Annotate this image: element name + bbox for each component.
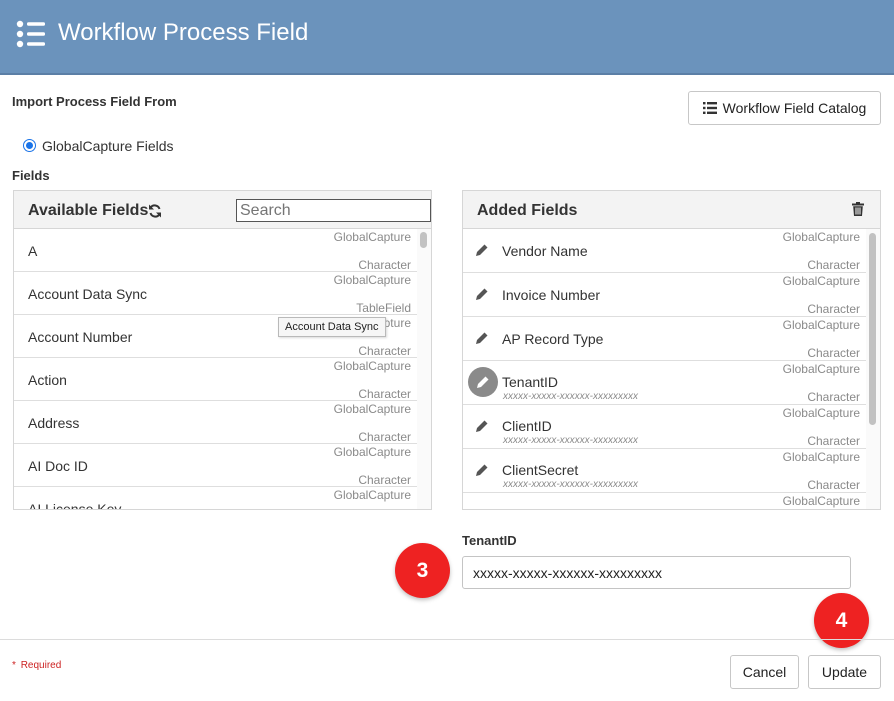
step-badge-3: 3 <box>395 543 450 598</box>
required-note: * Required <box>12 660 62 671</box>
search-input[interactable] <box>236 199 431 222</box>
edit-icon[interactable] <box>475 331 489 345</box>
edit-icon[interactable] <box>475 463 489 477</box>
edit-icon[interactable] <box>475 243 489 257</box>
list-item[interactable]: AI Doc ID GlobalCapture Character <box>14 444 417 487</box>
list-item[interactable]: Invoice Number GlobalCapture Character <box>463 273 866 317</box>
list-item[interactable]: TenantID xxxxx-xxxxx-xxxxxx-xxxxxxxxx Gl… <box>463 361 866 405</box>
list-item[interactable]: AP Record Type GlobalCapture Character <box>463 317 866 361</box>
globalcapture-radio[interactable] <box>23 139 36 152</box>
update-button[interactable]: Update <box>808 655 881 689</box>
available-fields-header: Available Fields <box>14 191 431 229</box>
edit-icon[interactable] <box>475 419 489 433</box>
refresh-icon[interactable] <box>148 204 162 218</box>
added-fields-panel: Added Fields Vendor Name GlobalCapture C… <box>462 190 881 510</box>
edit-icon <box>477 376 489 388</box>
added-fields-title: Added Fields <box>477 202 578 219</box>
list-item[interactable]: Vendor Name GlobalCapture Character <box>463 229 866 273</box>
added-fields-header: Added Fields <box>463 191 880 229</box>
edit-icon[interactable] <box>475 287 489 301</box>
trash-icon[interactable] <box>852 202 864 216</box>
page-title: Workflow Process Field <box>58 19 309 46</box>
available-fields-title: Available Fields <box>28 202 149 219</box>
list-item[interactable]: GlobalCapture <box>463 493 866 509</box>
fields-label: Fields <box>12 168 50 183</box>
workflow-field-catalog-button[interactable]: Workflow Field Catalog <box>688 91 881 125</box>
list-item[interactable]: AI License Key GlobalCapture <box>14 487 417 509</box>
import-label: Import Process Field From <box>12 94 177 109</box>
list-item[interactable]: Address GlobalCapture Character <box>14 401 417 444</box>
editor-label: TenantID <box>462 533 517 548</box>
added-fields-list: Vendor Name GlobalCapture Character Invo… <box>463 229 866 509</box>
list-icon <box>702 102 717 114</box>
tooltip: Account Data Sync <box>278 317 386 337</box>
available-scrollbar[interactable] <box>417 229 431 509</box>
list-item[interactable]: ClientSecret xxxxx-xxxxx-xxxxxx-xxxxxxxx… <box>463 449 866 493</box>
added-scrollbar[interactable] <box>866 229 880 509</box>
scrollbar-thumb[interactable] <box>420 232 427 248</box>
footer-divider <box>0 639 894 640</box>
list-item[interactable]: Action GlobalCapture Character <box>14 358 417 401</box>
cancel-button[interactable]: Cancel <box>730 655 799 689</box>
catalog-button-label: Workflow Field Catalog <box>722 100 867 116</box>
list-item[interactable]: Account Data Sync GlobalCapture TableFie… <box>14 272 417 315</box>
list-item[interactable]: A GlobalCapture Character <box>14 229 417 272</box>
list-menu-icon[interactable] <box>16 20 46 48</box>
available-fields-list: A GlobalCapture Character Account Data S… <box>14 229 417 509</box>
tenantid-input[interactable] <box>462 556 851 589</box>
app-header: Workflow Process Field <box>0 0 894 75</box>
list-item[interactable]: ClientID xxxxx-xxxxx-xxxxxx-xxxxxxxxx Gl… <box>463 405 866 449</box>
scrollbar-thumb[interactable] <box>869 233 876 425</box>
available-fields-panel: Available Fields A GlobalCapture Charact… <box>13 190 432 510</box>
radio-label: GlobalCapture Fields <box>42 138 174 154</box>
